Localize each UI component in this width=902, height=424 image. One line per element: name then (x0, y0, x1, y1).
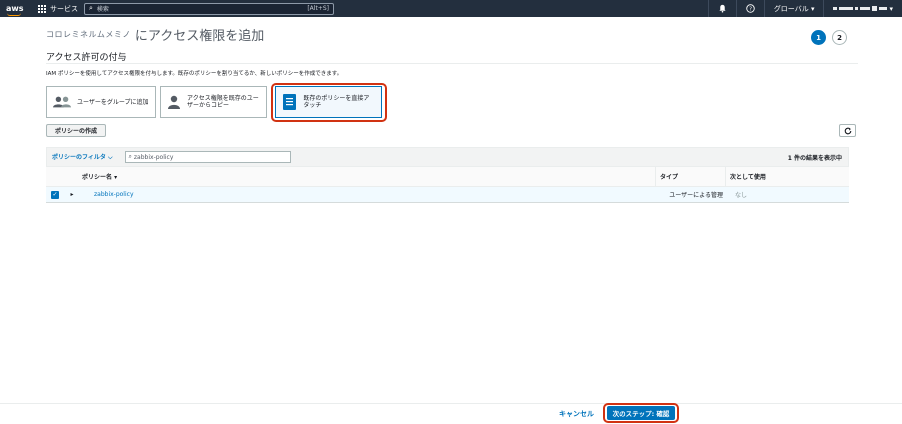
step-2[interactable]: 2 (832, 30, 847, 45)
policy-type: ユーザーによる管理 (669, 192, 723, 199)
top-navigation-bar: aws サービス ⌕ 検索 [Alt+S] ? グローバル ▾ ▾ (0, 0, 902, 17)
refresh-icon[interactable] (839, 124, 856, 137)
table-row[interactable]: ✓ ▸ zabbix-policy ユーザーによる管理 なし (46, 187, 849, 203)
search-placeholder: 検索 (96, 6, 109, 13)
highlight-annotation (603, 403, 679, 423)
filter-bar: ポリシーのフィルタ ⌵ ⌕ zabbix-policy 1 件の結果を表示中 (46, 147, 849, 167)
policy-table: ポリシーのフィルタ ⌵ ⌕ zabbix-policy 1 件の結果を表示中 ポ… (46, 147, 849, 203)
notifications-bell-icon[interactable] (707, 0, 736, 17)
account-name-redacted: ▾ (833, 5, 893, 13)
policy-search-input[interactable]: ⌕ zabbix-policy (124, 151, 291, 163)
policy-filter-dropdown[interactable]: ポリシーのフィルタ ⌵ (52, 152, 113, 162)
row-checkbox[interactable]: ✓ (51, 190, 59, 199)
column-policy-name[interactable]: ポリシー名 ▾ (80, 172, 655, 181)
divider (46, 63, 858, 64)
cancel-button[interactable]: キャンセル (559, 409, 594, 419)
global-search-input[interactable]: ⌕ 検索 [Alt+S] (84, 2, 334, 15)
highlight-annotation (271, 83, 387, 122)
column-type: タイプ (655, 167, 725, 186)
policy-search-value: zabbix-policy (133, 153, 174, 161)
search-shortcut: [Alt+S] (307, 5, 329, 12)
help-icon[interactable]: ? (735, 0, 764, 17)
column-used-as: 次として使用 (725, 167, 849, 186)
services-menu[interactable]: サービス (38, 4, 78, 14)
account-menu[interactable]: ▾ (823, 0, 902, 17)
section-description: IAM ポリシーを使用してアクセス権限を付与します。既存のポリシーを割り当てるか… (46, 71, 343, 77)
wizard-steps: 1 2 (811, 30, 847, 45)
option-copy-permissions[interactable]: アクセス権限を既存のユーザーからコピー (160, 86, 267, 118)
search-icon: ⌕ (89, 4, 93, 12)
user-name-redacted: コロレミネルムメミノ (46, 30, 131, 39)
svg-text:?: ? (749, 7, 752, 13)
option-label: ユーザーをグループに追加 (77, 98, 149, 106)
aws-logo[interactable]: aws (6, 3, 32, 16)
grid-icon (38, 4, 46, 13)
policy-name-link[interactable]: zabbix-policy (94, 191, 134, 198)
footer-divider (0, 403, 902, 404)
table-header: ポリシー名 ▾ タイプ 次として使用 (46, 167, 849, 187)
option-label: アクセス権限を既存のユーザーからコピー (187, 95, 259, 109)
result-count: 1 件の結果を表示中 (787, 154, 842, 162)
page-title: コロレミネルムメミノ にアクセス権限を追加 (46, 25, 264, 44)
region-selector[interactable]: グローバル ▾ (763, 0, 824, 17)
create-policy-button[interactable]: ポリシーの作成 (46, 124, 106, 137)
user-icon (167, 93, 181, 111)
step-1[interactable]: 1 (811, 30, 826, 45)
search-icon: ⌕ (128, 153, 132, 160)
policy-used-as: なし (735, 192, 748, 199)
section-title: アクセス許可の付与 (46, 53, 127, 63)
group-icon (53, 93, 71, 111)
page-title-text: にアクセス権限を追加 (134, 29, 265, 44)
option-add-to-group[interactable]: ユーザーをグループに追加 (46, 86, 156, 118)
expand-row-icon[interactable]: ▸ (64, 191, 80, 198)
aws-logo-text: aws (6, 3, 24, 13)
services-label: サービス (50, 4, 78, 13)
